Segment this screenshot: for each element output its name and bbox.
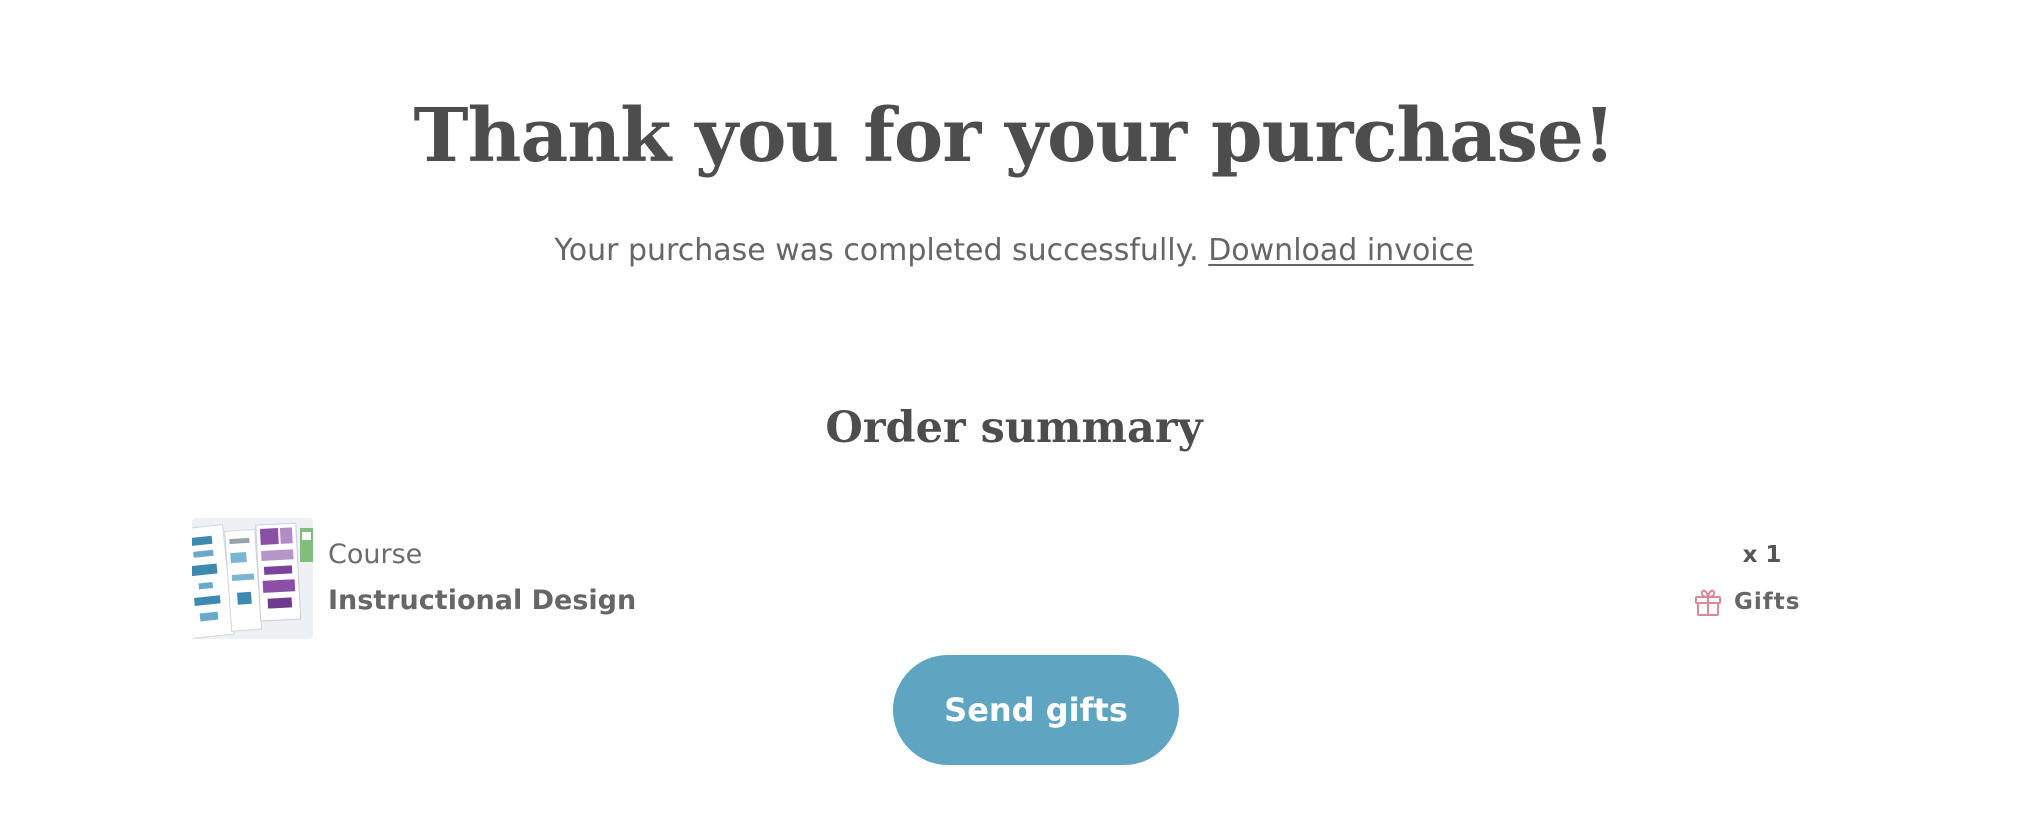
download-invoice-link[interactable]: Download invoice xyxy=(1208,233,1473,268)
order-summary-title: Order summary xyxy=(825,403,1203,453)
item-type: Course xyxy=(328,539,423,570)
item-quantity: x 1 xyxy=(1742,542,1782,568)
gifts-button[interactable]: Gifts xyxy=(1692,584,1800,620)
page-title: Thank you for your purchase! xyxy=(413,93,1616,179)
success-text: Your purchase was completed successfully… xyxy=(554,233,1199,268)
gifts-label: Gifts xyxy=(1734,589,1801,615)
gift-icon xyxy=(1695,589,1721,616)
item-name: Instructional Design xyxy=(328,585,637,616)
order-item: Course Instructional Design x 1 Gifts xyxy=(192,518,1832,640)
purchase-message: Your purchase was completed successfully… xyxy=(0,228,2028,274)
send-gifts-button[interactable]: Send gifts xyxy=(893,655,1179,765)
course-thumbnail xyxy=(192,518,313,639)
